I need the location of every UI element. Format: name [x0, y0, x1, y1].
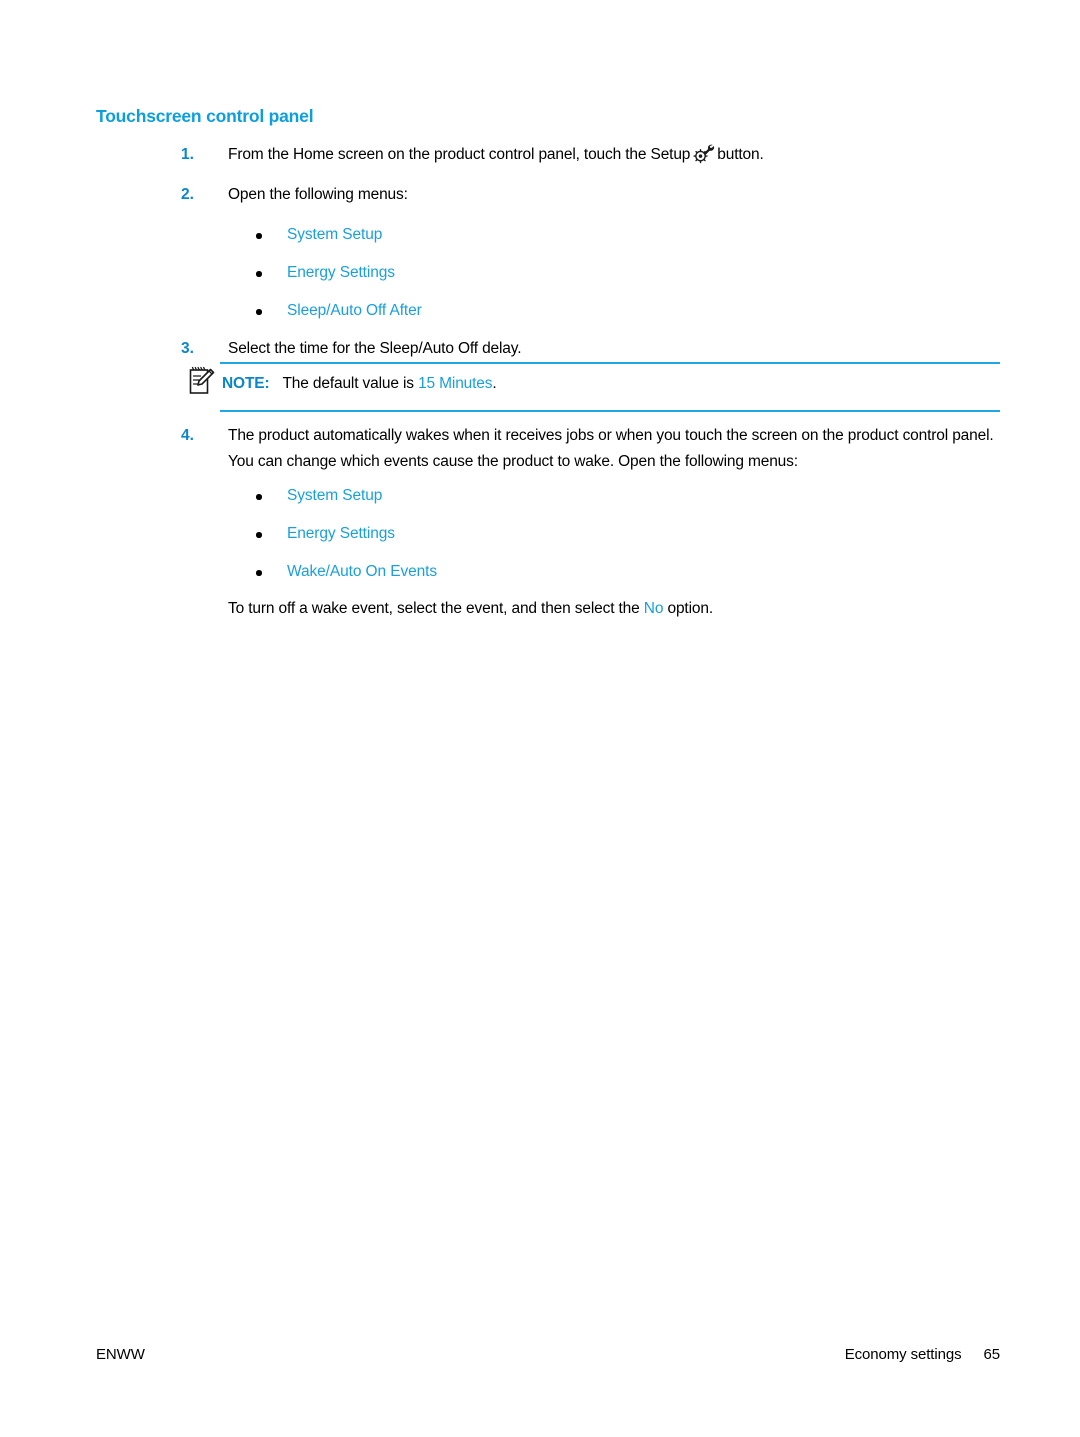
numbered-steps-list-continued-2: 4. The product automatically wakes when …: [0, 423, 1080, 489]
menu-item-sleep-auto-off-after[interactable]: Sleep/Auto Off After: [228, 292, 422, 330]
step-1-text-after-icon: button.: [717, 146, 764, 163]
menu-item-energy-settings[interactable]: Energy Settings: [228, 254, 422, 292]
menu-item-label: Energy Settings: [287, 525, 395, 542]
step-text: From the Home screen on the product cont…: [228, 142, 1000, 168]
trailing-paragraph: To turn off a wake event, select the eve…: [228, 596, 1028, 622]
step-2: 2. Open the following menus:: [0, 182, 1080, 208]
menu-item-wake-auto-on-events[interactable]: Wake/Auto On Events: [228, 553, 437, 591]
menu-item-system-setup[interactable]: System Setup: [228, 216, 422, 254]
step-1-text-before-icon: From the Home screen on the product cont…: [228, 146, 691, 163]
menu-path-list-2: System Setup Energy Settings Wake/Auto O…: [228, 477, 437, 591]
footer-locale-code: ENWW: [96, 1346, 145, 1363]
trailing-option-value: No: [643, 600, 664, 617]
note-text: NOTE: The default value is 15 Minutes.: [222, 371, 497, 397]
step-3: 3. Select the time for the Sleep/Auto Of…: [0, 336, 1080, 362]
footer-page-number: 65: [983, 1346, 1001, 1363]
menu-item-system-setup-2[interactable]: System Setup: [228, 477, 437, 515]
menu-item-label: Energy Settings: [287, 264, 395, 281]
note-admonition: NOTE: The default value is 15 Minutes.: [188, 362, 1000, 412]
menu-item-label: Wake/Auto On Events: [287, 563, 438, 580]
document-page: Touchscreen control panel 1. From the Ho…: [0, 0, 1080, 1437]
note-text-before-value: The default value is: [282, 375, 414, 392]
footer-right-group: Economy settings 65: [845, 1346, 1000, 1363]
page-title: Touchscreen control panel: [96, 106, 314, 126]
menu-item-label: System Setup: [287, 487, 383, 504]
step-1: 1. From the Home screen on the product c…: [0, 142, 1080, 168]
setup-gear-wrench-icon: [693, 142, 715, 164]
menu-item-label: System Setup: [287, 226, 383, 243]
note-rule-bottom: [220, 410, 1000, 412]
step-number: 2.: [181, 186, 194, 203]
step-text: The product automatically wakes when it …: [228, 427, 994, 470]
footer-section-title: Economy settings: [844, 1346, 962, 1363]
step-text: Open the following menus:: [228, 186, 408, 203]
numbered-steps-list: 1. From the Home screen on the product c…: [0, 142, 1080, 222]
step-text: Select the time for the Sleep/Auto Off d…: [228, 340, 522, 357]
menu-item-label: Sleep/Auto Off After: [287, 302, 422, 319]
note-pad-pencil-icon: [188, 365, 218, 397]
step-number: 4.: [181, 427, 194, 444]
note-content: NOTE: The default value is 15 Minutes.: [188, 362, 1000, 412]
note-label: NOTE:: [222, 375, 270, 392]
step-number: 3.: [181, 340, 194, 357]
step-4: 4. The product automatically wakes when …: [0, 423, 1080, 475]
step-number: 1.: [181, 146, 194, 163]
trailing-text-after-value: option.: [667, 600, 713, 617]
menu-item-energy-settings-2[interactable]: Energy Settings: [228, 515, 437, 553]
trailing-text-before-value: To turn off a wake event, select the eve…: [228, 600, 640, 617]
note-default-value: 15 Minutes: [418, 375, 493, 392]
note-text-after-value: .: [492, 375, 497, 392]
page-footer: ENWW Economy settings 65: [96, 1346, 1000, 1363]
menu-path-list-1: System Setup Energy Settings Sleep/Auto …: [228, 216, 422, 330]
